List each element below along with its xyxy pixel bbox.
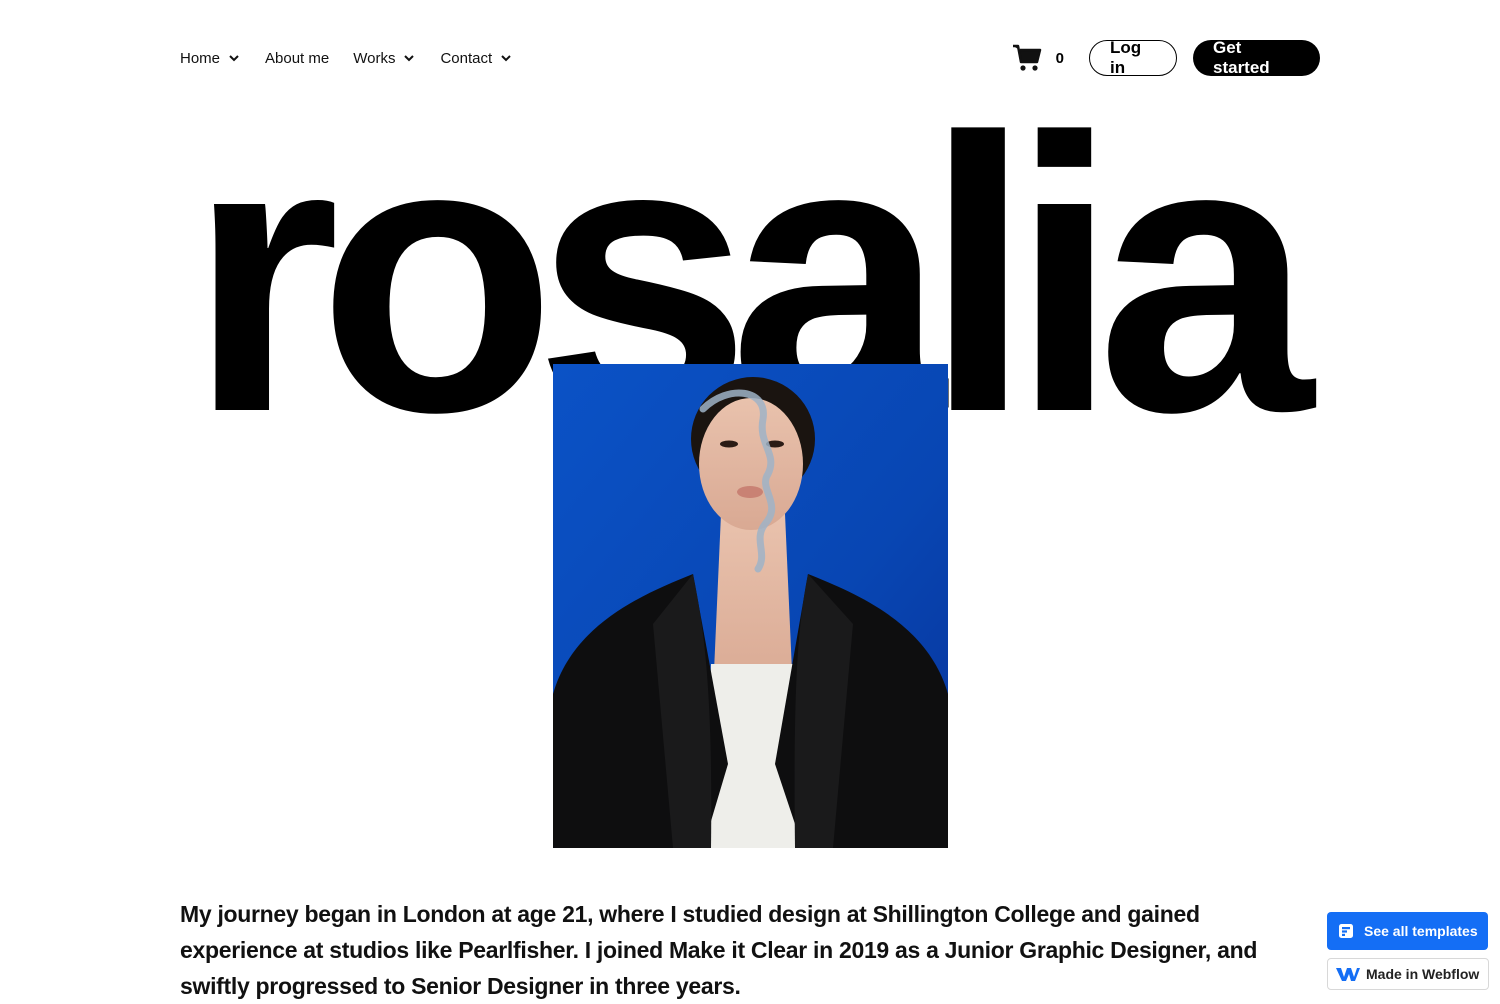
webflow-logo-icon xyxy=(1336,967,1360,981)
see-all-templates-button[interactable]: See all templates xyxy=(1327,912,1488,950)
templates-label: See all templates xyxy=(1364,923,1478,939)
made-in-label: Made in Webflow xyxy=(1366,966,1480,982)
made-in-webflow-badge[interactable]: Made in Webflow xyxy=(1327,958,1489,990)
template-icon xyxy=(1339,924,1353,938)
portrait-photo-icon xyxy=(553,364,948,848)
intro-paragraph: My journey began in London at age 21, wh… xyxy=(180,901,1258,999)
portrait-image xyxy=(553,364,948,848)
